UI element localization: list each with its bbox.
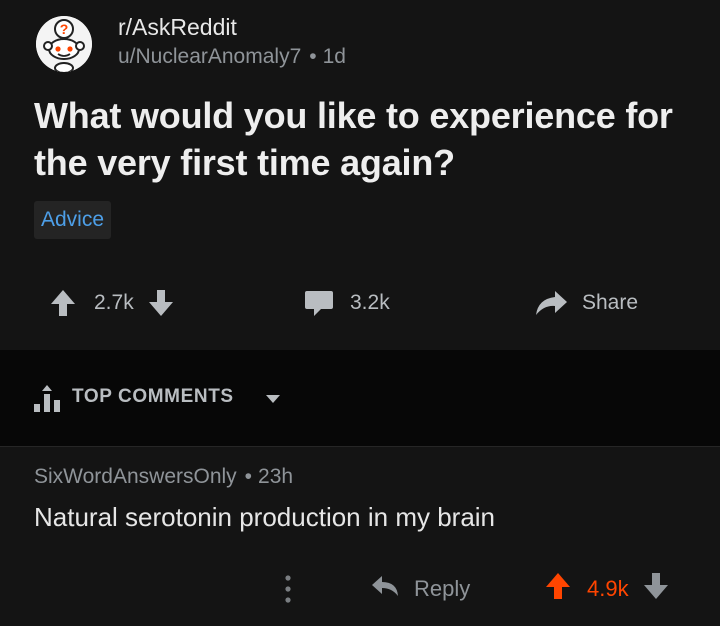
comment-score: 4.9k bbox=[587, 576, 629, 601]
comment-meta: SixWordAnswersOnly • 23h bbox=[34, 465, 293, 489]
share-icon bbox=[534, 289, 568, 317]
reply-icon bbox=[370, 574, 400, 604]
comment-age: 23h bbox=[258, 465, 294, 488]
comment-icon bbox=[304, 289, 334, 317]
reply-label: Reply bbox=[414, 576, 471, 601]
comment-body: Natural serotonin production in my brain bbox=[34, 502, 496, 532]
comments-button[interactable]: 3.2k bbox=[304, 280, 390, 326]
share-button[interactable]: Share bbox=[534, 280, 638, 326]
post-title[interactable]: What would you like to experience for th… bbox=[34, 92, 694, 186]
askreddit-snoo-icon[interactable]: ? bbox=[36, 16, 92, 72]
upvote-icon[interactable] bbox=[545, 571, 571, 607]
post-card: ? r/AskReddit u/NuclearAnomaly7 • 1d What … bbox=[0, 0, 720, 350]
post-author[interactable]: u/NuclearAnomaly7 bbox=[118, 45, 301, 68]
post-meta: u/NuclearAnomaly7 • 1d bbox=[118, 45, 346, 69]
comment-card: SixWordAnswersOnly • 23h Natural serotonin… bbox=[0, 447, 720, 626]
chevron-down-icon bbox=[264, 392, 282, 410]
meta-separator: • bbox=[309, 45, 317, 68]
more-icon[interactable] bbox=[283, 574, 293, 610]
comment-vote-group: 4.9k bbox=[545, 567, 669, 611]
sort-label: TOP COMMENTS bbox=[72, 386, 234, 407]
post-actions: 2.7k 3.2k Share bbox=[0, 280, 720, 326]
svg-text:?: ? bbox=[60, 21, 69, 37]
post-flair[interactable]: Advice bbox=[34, 201, 112, 239]
meta-separator: • bbox=[244, 465, 253, 488]
post-age: 1d bbox=[322, 45, 346, 68]
share-label: Share bbox=[582, 291, 639, 314]
downvote-icon[interactable] bbox=[643, 571, 669, 607]
reply-button[interactable]: Reply bbox=[370, 567, 470, 611]
sort-icon bbox=[32, 384, 64, 419]
post-vote-count: 2.7k bbox=[94, 291, 134, 314]
subreddit-name[interactable]: r/AskReddit bbox=[118, 14, 237, 41]
comment-count: 3.2k bbox=[350, 291, 390, 314]
upvote-icon[interactable] bbox=[50, 288, 76, 318]
downvote-icon[interactable] bbox=[148, 288, 174, 318]
post-vote-group: 2.7k bbox=[50, 280, 174, 326]
comment-author[interactable]: SixWordAnswersOnly bbox=[34, 465, 237, 488]
comment-actions: Reply 4.9k bbox=[0, 567, 720, 611]
comment-sort-bar[interactable]: TOP COMMENTS bbox=[0, 350, 720, 446]
